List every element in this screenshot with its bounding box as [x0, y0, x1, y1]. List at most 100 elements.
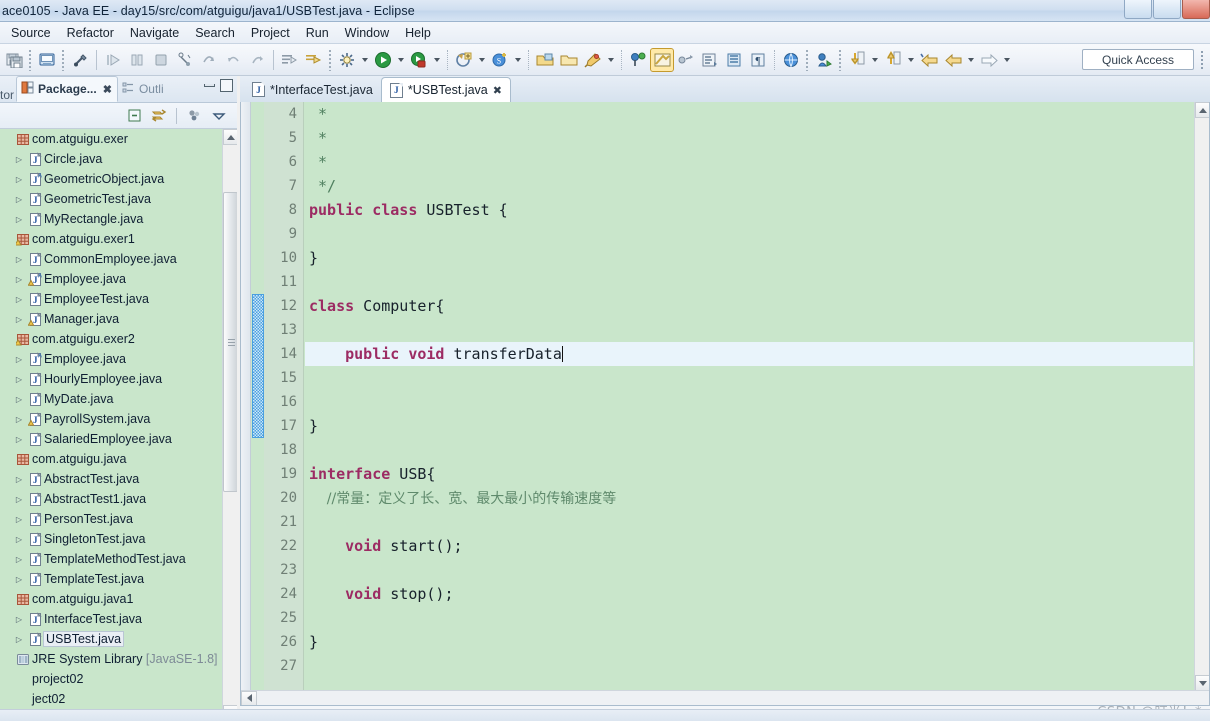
scroll-left-button[interactable]	[241, 690, 257, 705]
link-with-editor-icon[interactable]	[149, 106, 169, 126]
chevron-right-icon[interactable]: ▷	[12, 515, 26, 524]
tree-item-package[interactable]: project02	[0, 669, 222, 689]
code-line[interactable]: *	[305, 126, 1193, 150]
chevron-right-icon[interactable]: ▷	[12, 255, 26, 264]
tree-item-package[interactable]: ject02	[0, 689, 222, 709]
code-line[interactable]: *	[305, 150, 1193, 174]
code-line[interactable]	[305, 390, 1193, 414]
code-line[interactable]: }	[305, 630, 1193, 654]
chevron-right-icon[interactable]: ▷	[12, 535, 26, 544]
menu-help[interactable]: Help	[397, 24, 439, 42]
chevron-right-icon[interactable]: ▷	[12, 295, 26, 304]
toolbar-grip[interactable]	[28, 48, 33, 71]
tab-package-explorer[interactable]: Package... ✖	[16, 76, 118, 102]
new-wizard-dropdown-icon[interactable]	[476, 49, 487, 71]
chevron-right-icon[interactable]: ▷	[12, 195, 26, 204]
code-line[interactable]	[305, 654, 1193, 678]
chevron-right-icon[interactable]: ▷	[12, 435, 26, 444]
new-wizard-icon[interactable]	[453, 49, 475, 71]
chevron-right-icon[interactable]: ▷	[12, 355, 26, 364]
chevron-right-icon[interactable]: ▷	[12, 375, 26, 384]
step-over-icon[interactable]	[198, 49, 220, 71]
tree-item-package[interactable]: JRE System Library [JavaSE-1.8]	[0, 649, 222, 669]
tree-item-file[interactable]: ▷ J PayrollSystem.java	[0, 409, 222, 429]
link-editor-icon[interactable]	[675, 49, 697, 71]
annotation-ruler[interactable]	[241, 102, 251, 705]
chevron-right-icon[interactable]: ▷	[12, 415, 26, 424]
tree-item-file[interactable]: ▷ J MyRectangle.java	[0, 209, 222, 229]
chevron-right-icon[interactable]: ▷	[12, 635, 26, 644]
toolbar-grip-3[interactable]	[328, 48, 333, 71]
code-editor[interactable]: 4 5 6 7 8 9 10 11 12 13 14 15 16 17 18 19 20 21 22 23 24 25 26…	[240, 102, 1210, 706]
code-line[interactable]: public class USBTest {	[305, 198, 1193, 222]
debug-dropdown-icon[interactable]	[431, 49, 442, 71]
chevron-right-icon[interactable]: ▷	[12, 155, 26, 164]
code-line[interactable]: }	[305, 246, 1193, 270]
show-whitespace-icon[interactable]	[699, 49, 721, 71]
code-line[interactable]	[305, 558, 1193, 582]
run-dropdown-icon[interactable]	[395, 49, 406, 71]
chevron-right-icon[interactable]: ▷	[12, 175, 26, 184]
code-line[interactable]: */	[305, 174, 1193, 198]
open-browser-icon[interactable]	[780, 49, 802, 71]
chevron-right-icon[interactable]: ▷	[12, 615, 26, 624]
next-edit-dropdown-icon[interactable]	[905, 49, 916, 71]
new-java-project-icon[interactable]	[36, 49, 58, 71]
chevron-right-icon[interactable]: ▷	[12, 575, 26, 584]
tab-outline[interactable]: Outli	[118, 76, 169, 102]
code-line[interactable]: void start();	[305, 534, 1193, 558]
tree-item-file[interactable]: ▷ J SalariedEmployee.java	[0, 429, 222, 449]
editor-tab-interfacetest[interactable]: J *InterfaceTest.java	[244, 77, 381, 102]
tree-item-package[interactable]: com.atguigu.java	[0, 449, 222, 469]
previous-annotation-icon[interactable]	[303, 49, 325, 71]
chevron-right-icon[interactable]: ▷	[12, 495, 26, 504]
debug-terminate-icon[interactable]	[150, 49, 172, 71]
tree-item-file[interactable]: ▷ J TemplateTest.java	[0, 569, 222, 589]
tree-item-file[interactable]: ▷ J AbstractTest1.java	[0, 489, 222, 509]
tree-item-package[interactable]: com.atguigu.exer2	[0, 329, 222, 349]
maximize-button[interactable]	[1153, 0, 1181, 19]
close-icon[interactable]: ✖	[103, 83, 112, 96]
debug-resume-icon[interactable]	[102, 49, 124, 71]
menu-project[interactable]: Project	[243, 24, 298, 42]
focus-on-active-task-icon[interactable]	[184, 106, 204, 126]
external-tools-dropdown-icon[interactable]	[359, 49, 370, 71]
forward-icon[interactable]	[942, 49, 964, 71]
toolbar-grip-2[interactable]	[61, 48, 66, 71]
next-annotation-icon[interactable]	[279, 49, 301, 71]
close-icon[interactable]: ✖	[493, 84, 502, 97]
code-line[interactable]: class Computer{	[305, 294, 1193, 318]
tree-item-package[interactable]: com.atguigu.exer	[0, 129, 222, 149]
chevron-right-icon[interactable]: ▷	[12, 315, 26, 324]
tree-item-file[interactable]: ▷ J Circle.java	[0, 149, 222, 169]
menu-refactor[interactable]: Refactor	[59, 24, 122, 42]
step-into-icon[interactable]	[174, 49, 196, 71]
tree-item-file[interactable]: ▷ J CommonEmployee.java	[0, 249, 222, 269]
code-line[interactable]: *	[305, 102, 1193, 126]
save-all-icon[interactable]	[3, 49, 25, 71]
forward-nav-dropdown-icon[interactable]	[1001, 49, 1012, 71]
tree-item-file[interactable]: ▷ J SingletonTest.java	[0, 529, 222, 549]
package-explorer-tree[interactable]: com.atguigu.exer ▷ J Circle.java ▷ J A Geometri…	[0, 129, 237, 721]
new-java-class-icon[interactable]: S	[489, 49, 511, 71]
search-icon[interactable]	[582, 49, 604, 71]
step-return-icon[interactable]	[222, 49, 244, 71]
search-dropdown-icon[interactable]	[605, 49, 616, 71]
code-line[interactable]: //常量：定义了长、宽、最大最小的传输速度等	[305, 486, 1193, 510]
debug-suspend-icon[interactable]	[126, 49, 148, 71]
editor-horizontal-scrollbar[interactable]	[241, 690, 1209, 705]
open-perspective-icon[interactable]	[813, 49, 835, 71]
code-line[interactable]	[305, 318, 1193, 342]
menu-run[interactable]: Run	[298, 24, 337, 42]
forward-nav-icon[interactable]	[978, 49, 1000, 71]
block-selection-icon[interactable]	[723, 49, 745, 71]
view-menu-icon[interactable]	[209, 106, 229, 126]
code-line[interactable]	[305, 606, 1193, 630]
code-line[interactable]: public void transferData	[305, 342, 1193, 366]
maximize-panel-button[interactable]	[220, 79, 233, 92]
new-java-class-dropdown-icon[interactable]	[512, 49, 523, 71]
tree-item-file[interactable]: ▷ J InterfaceTest.java	[0, 609, 222, 629]
menu-search[interactable]: Search	[187, 24, 243, 42]
package-explorer-scrollbar[interactable]	[222, 129, 237, 721]
code-line[interactable]: void stop();	[305, 582, 1193, 606]
